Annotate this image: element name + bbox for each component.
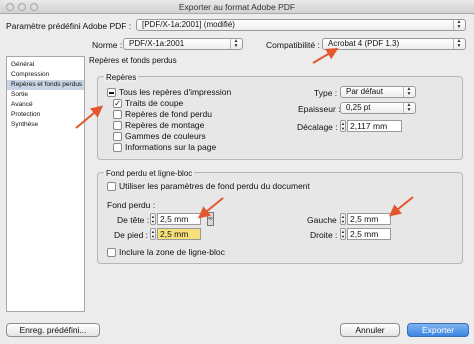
sidebar-item-advanced[interactable]: Avancé bbox=[7, 100, 84, 110]
bleed-left-field[interactable]: 2,5 mm bbox=[347, 213, 391, 225]
preset-select[interactable]: [PDF/X-1a:2001] (modifié) ▲ ▼ bbox=[136, 19, 466, 31]
sidebar-item-compression[interactable]: Compression bbox=[7, 70, 84, 80]
sidebar-item-output[interactable]: Sortie bbox=[7, 90, 84, 100]
compat-label: Compatibilité : bbox=[266, 40, 320, 50]
bleed-right-label: Droite : bbox=[310, 230, 338, 240]
bleed-top-field[interactable]: 2,5 mm bbox=[157, 213, 201, 225]
crop-marks-label: Traits de coupe bbox=[125, 98, 184, 108]
weight-select[interactable]: 0,25 pt ▲ ▼ bbox=[340, 102, 416, 114]
bleed-right-field[interactable]: 2,5 mm bbox=[347, 228, 391, 240]
checkbox-icon[interactable] bbox=[113, 110, 122, 119]
preset-label: Paramètre prédéfini Adobe PDF : bbox=[6, 21, 132, 31]
popup-arrows-icon: ▲ ▼ bbox=[403, 103, 414, 113]
bleed-top-stepper[interactable]: ▲ ▼ bbox=[150, 213, 156, 225]
offset-field[interactable]: 2,117 mm bbox=[347, 120, 402, 132]
weight-value: 0,25 pt bbox=[346, 103, 371, 112]
sidebar-item-marks-bleeds[interactable]: Repères et fonds perdus bbox=[7, 80, 84, 90]
checkbox-icon[interactable] bbox=[107, 182, 116, 191]
popup-arrows-icon: ▲ ▼ bbox=[453, 20, 464, 30]
compat-value: Acrobat 4 (PDF 1.3) bbox=[328, 39, 400, 48]
panel-title: Repères et fonds perdus bbox=[89, 56, 177, 65]
checkbox-icon[interactable] bbox=[113, 121, 122, 130]
popup-arrows-icon: ▲ ▼ bbox=[230, 39, 241, 49]
checkbox-icon[interactable] bbox=[113, 132, 122, 141]
norm-label: Norme : bbox=[92, 40, 123, 50]
save-preset-button[interactable]: Enreg. prédéfini... bbox=[6, 323, 100, 337]
marks-group-title: Repères bbox=[104, 73, 139, 82]
bleed-group-title: Fond perdu et ligne-bloc bbox=[104, 169, 195, 178]
registration-marks-label: Repères de montage bbox=[125, 120, 205, 130]
bleed-marks-label: Repères de fond perdu bbox=[125, 109, 212, 119]
compat-select[interactable]: Acrobat 4 (PDF 1.3) ▲ ▼ bbox=[322, 38, 466, 50]
popup-arrows-icon: ▲ ▼ bbox=[453, 39, 464, 49]
checkbox-mixed-icon[interactable] bbox=[107, 88, 116, 97]
checkbox-icon[interactable] bbox=[107, 248, 116, 257]
sidebar-item-general[interactable]: Général bbox=[7, 60, 84, 70]
bleed-left-label: Gauche : bbox=[307, 215, 342, 225]
offset-stepper[interactable]: ▲ ▼ bbox=[340, 120, 346, 132]
bleed-bottom-field[interactable]: 2,5 mm bbox=[157, 228, 201, 240]
title-bar: Exporter au format Adobe PDF bbox=[0, 0, 474, 14]
slug-label: Inclure la zone de ligne-bloc bbox=[119, 247, 225, 257]
export-button[interactable]: Exporter bbox=[407, 323, 469, 337]
bleed-bottom-label: De pied : bbox=[114, 230, 149, 240]
use-doc-bleed-label: Utiliser les paramètres de fond perdu du… bbox=[119, 181, 310, 191]
cancel-button[interactable]: Annuler bbox=[340, 323, 400, 337]
chain-link-icon[interactable]: ∞ bbox=[207, 212, 214, 226]
weight-label: Epaisseur : bbox=[298, 104, 341, 114]
type-label: Type : bbox=[314, 88, 338, 98]
bleed-subtitle: Fond perdu : bbox=[107, 200, 156, 210]
bleed-left-stepper[interactable]: ▲ ▼ bbox=[340, 213, 346, 225]
all-marks-label: Tous les repères d'impression bbox=[119, 87, 232, 97]
sidebar-item-summary[interactable]: Synthèse bbox=[7, 120, 84, 130]
checkmark-icon[interactable]: ✓ bbox=[113, 99, 122, 108]
preset-value: [PDF/X-1a:2001] (modifié) bbox=[142, 20, 235, 29]
popup-arrows-icon: ▲ ▼ bbox=[403, 87, 414, 97]
bleed-bottom-stepper[interactable]: ▲ ▼ bbox=[150, 228, 156, 240]
bleed-right-stepper[interactable]: ▲ ▼ bbox=[340, 228, 346, 240]
sidebar-item-security[interactable]: Protection bbox=[7, 110, 84, 120]
sidebar: Général Compression Repères et fonds per… bbox=[6, 56, 85, 312]
norm-select[interactable]: PDF/X-1a:2001 ▲ ▼ bbox=[123, 38, 243, 50]
checkbox-icon[interactable] bbox=[113, 143, 122, 152]
page-info-label: Informations sur la page bbox=[125, 142, 217, 152]
offset-label: Décalage : bbox=[297, 122, 338, 132]
bleed-top-label: De tête : bbox=[117, 215, 150, 225]
type-select[interactable]: Par défaut ▲ ▼ bbox=[340, 86, 416, 98]
color-bars-label: Gammes de couleurs bbox=[125, 131, 206, 141]
norm-value: PDF/X-1a:2001 bbox=[129, 39, 185, 48]
type-value: Par défaut bbox=[346, 87, 383, 96]
window-title: Exporter au format Adobe PDF bbox=[178, 2, 296, 12]
